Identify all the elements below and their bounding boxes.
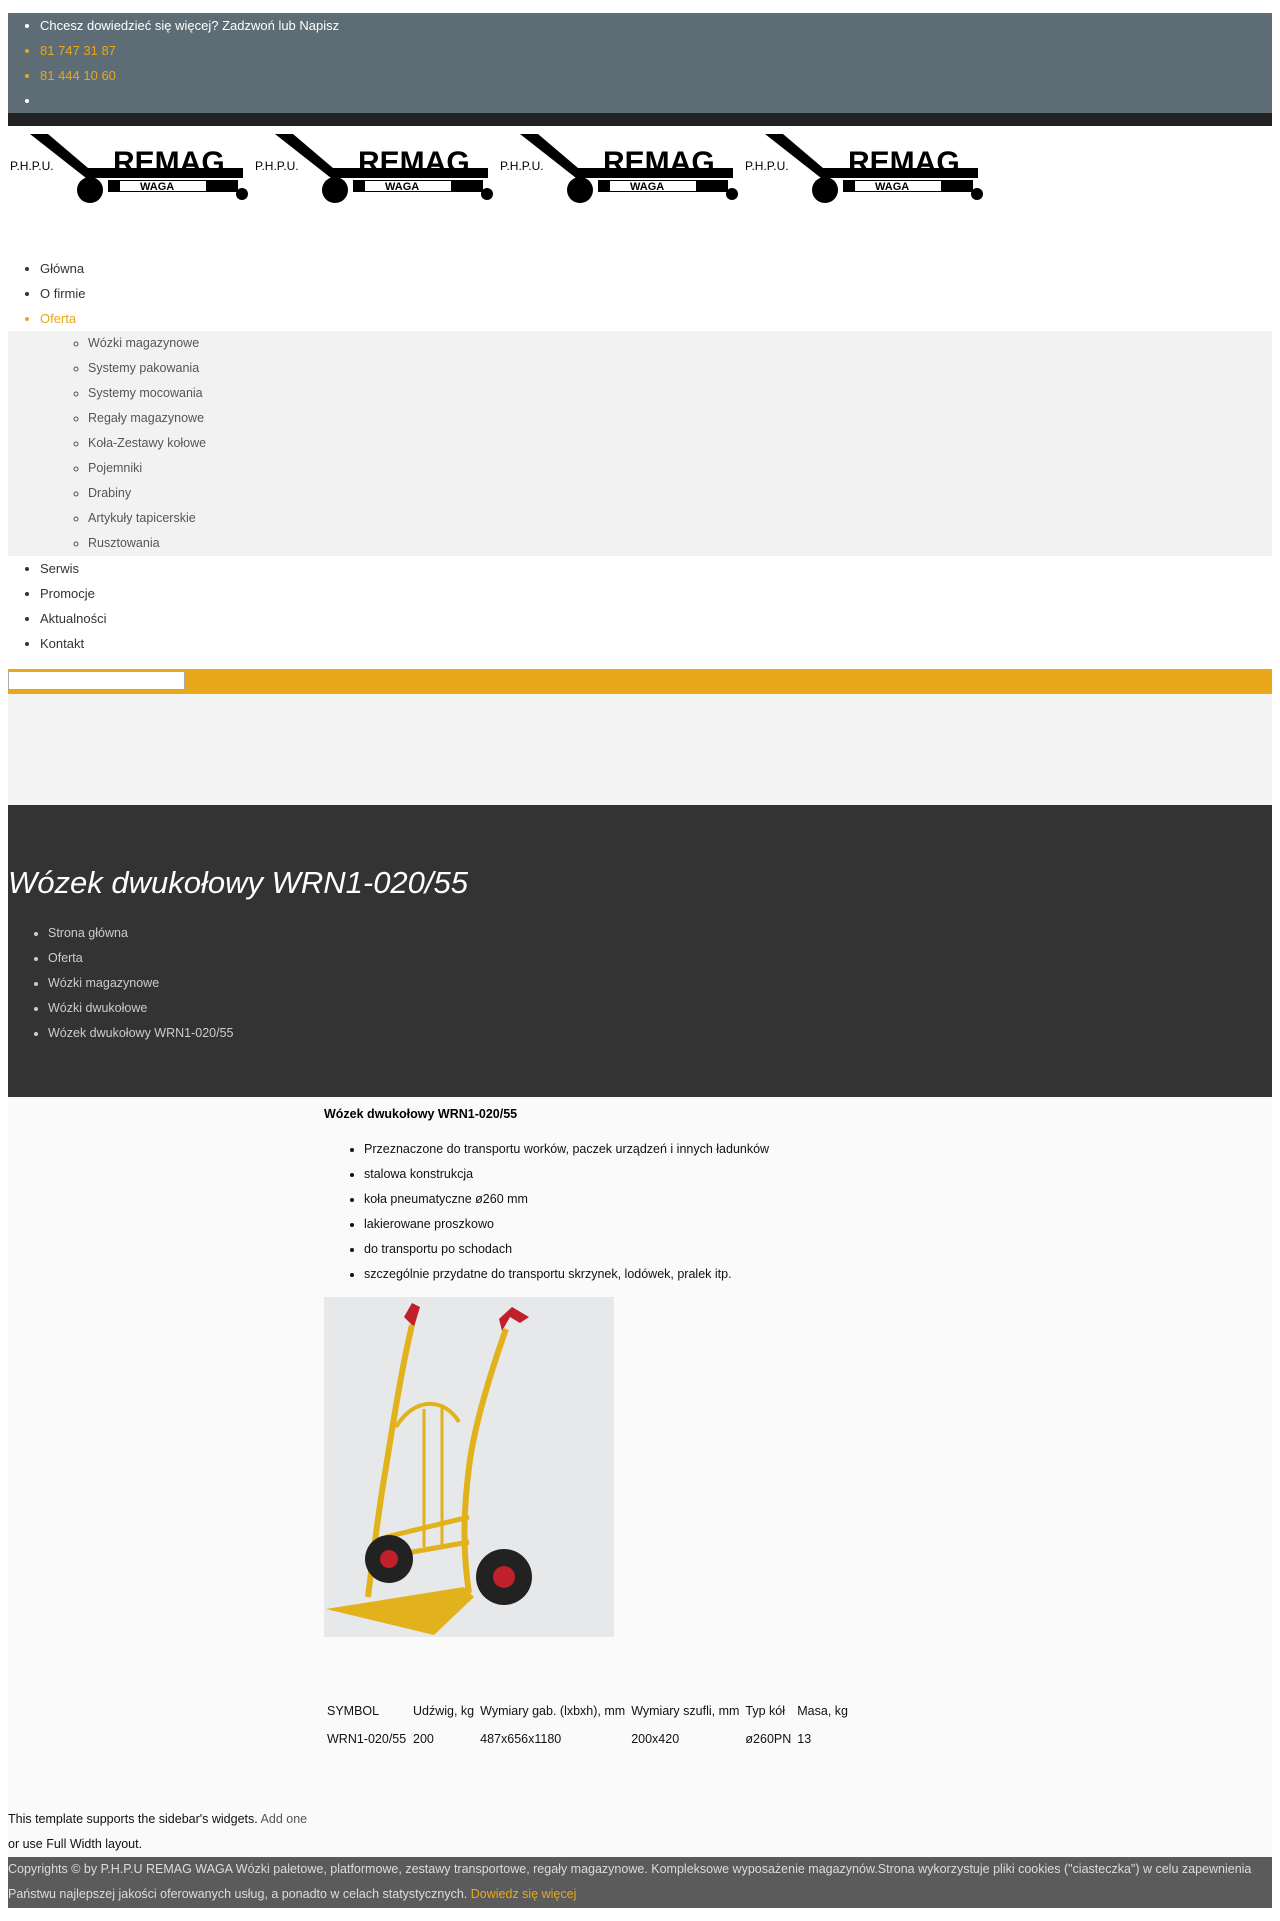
logo-prefix: P.H.P.U. [745, 159, 789, 173]
feature-list: Przeznaczone do transportu worków, pacze… [324, 1137, 769, 1287]
logo-prefix: P.H.P.U. [500, 159, 544, 173]
table-cell: ø260PN [745, 1732, 792, 1746]
dark-divider [8, 113, 1272, 126]
table-header-cell: Wymiary gab. (lxbxh), mm [480, 1704, 626, 1718]
feature-item: do transportu po schodach [364, 1237, 769, 1262]
page-header: Wózek dwukołowy WRN1-020/55 Strona główn… [8, 805, 1272, 1097]
remag-logo[interactable]: P.H.P.U. REMAG WAGA [8, 128, 253, 206]
oferta-submenu: Wózki magazynowe Systemy pakowania Syste… [8, 331, 1272, 556]
contact-headline: Chcesz dowiedzieć się więcej? Zadzwoń lu… [40, 13, 1272, 38]
submenu-item[interactable]: Systemy pakowania [88, 356, 1272, 381]
remag-logo[interactable]: P.H.P.U. REMAG WAGA [253, 128, 498, 206]
logo-sub: WAGA [630, 181, 664, 193]
table-header-cell: Typ kół [745, 1704, 786, 1718]
widgets-note-text: This template supports the sidebar's wid… [8, 1812, 258, 1826]
cookie-info-link[interactable]: Dowiedz się więcej [471, 1887, 577, 1901]
submenu-item[interactable]: Koła-Zestawy kołowe [88, 431, 1272, 456]
remag-logo[interactable]: P.H.P.U. REMAG WAGA [743, 128, 988, 206]
submenu-item[interactable]: Drabiny [88, 481, 1272, 506]
footer: Copyrights © by P.H.P.U REMAG WAGA Wózki… [8, 1857, 1272, 1908]
feature-item: lakierowane proszkowo [364, 1212, 769, 1237]
logo-brand: REMAG [113, 146, 225, 179]
breadcrumb-item-current: Wózek dwukołowy WRN1-020/55 [48, 1021, 234, 1046]
submenu-item[interactable]: Rusztowania [88, 531, 1272, 556]
table-cell: WRN1-020/55 [327, 1732, 407, 1746]
table-header-cell: SYMBOL [327, 1704, 380, 1718]
table-header-cell: Udźwig, kg [413, 1704, 475, 1718]
logo-row: P.H.P.U. REMAG WAGA P.H.P.U. REMAG WAGA … [8, 126, 1272, 206]
add-widget-link[interactable]: Add one [261, 1812, 308, 1826]
contact-list: Chcesz dowiedzieć się więcej? Zadzwoń lu… [8, 13, 1272, 113]
table-header-cell: Wymiary szufli, mm [631, 1704, 740, 1718]
table-cell: 13 [797, 1732, 812, 1746]
breadcrumb-item[interactable]: Wózki magazynowe [48, 971, 234, 996]
footer-copyright: Copyrights © by P.H.P.U REMAG WAGA Wózki… [8, 1862, 1252, 1901]
nav-item-glowna[interactable]: Główna [40, 256, 1272, 281]
breadcrumb-item[interactable]: Oferta [48, 946, 234, 971]
widgets-note-text-2: or use Full Width layout. [8, 1837, 143, 1851]
spec-table: SYMBOL Udźwig, kg Wymiary gab. (lxbxh), … [324, 1697, 851, 1753]
empty-contact-item [40, 88, 1272, 113]
table-header-row: SYMBOL Udźwig, kg Wymiary gab. (lxbxh), … [324, 1697, 851, 1725]
top-info-bar: Chcesz dowiedzieć się więcej? Zadzwoń lu… [8, 13, 1272, 113]
logo-prefix: P.H.P.U. [10, 159, 54, 173]
submenu-item[interactable]: Artykuły tapicerskie [88, 506, 1272, 531]
logo-sub: WAGA [140, 181, 174, 193]
feature-item: stalowa konstrukcja [364, 1162, 769, 1187]
logo-sub: WAGA [385, 181, 419, 193]
submenu-item[interactable]: Regały magazynowe [88, 406, 1272, 431]
main-nav: Główna O firmie Oferta Wózki magazynowe … [8, 256, 1272, 656]
table-header-cell: Masa, kg [797, 1704, 848, 1718]
nav-item-promocje[interactable]: Promocje [40, 581, 1272, 606]
banner-placeholder [8, 694, 1272, 805]
nav-item-aktualnosci[interactable]: Aktualności [40, 606, 1272, 631]
breadcrumb-item[interactable]: Wózki dwukołowe [48, 996, 234, 1021]
submenu-item[interactable]: Wózki magazynowe [88, 331, 1272, 356]
sidebar-widgets-note: This template supports the sidebar's wid… [8, 1807, 307, 1857]
breadcrumb-item[interactable]: Strona główna [48, 921, 234, 946]
main-content: Wózek dwukołowy WRN1-020/55 Przeznaczone… [8, 1097, 1272, 1857]
logo-prefix: P.H.P.U. [255, 159, 299, 173]
submenu-item[interactable]: Pojemniki [88, 456, 1272, 481]
submenu-item[interactable]: Systemy mocowania [88, 381, 1272, 406]
nav-item-oferta-label[interactable]: Oferta [40, 311, 76, 326]
table-cell: 487x656x1180 [480, 1732, 562, 1746]
search-input[interactable] [8, 671, 185, 690]
logo-brand: REMAG [848, 146, 960, 179]
table-row: WRN1-020/55 200 487x656x1180 200x420 ø26… [324, 1725, 851, 1753]
search-bar [8, 669, 1272, 694]
breadcrumb: Strona główna Oferta Wózki magazynowe Wó… [8, 921, 234, 1046]
nav-item-serwis[interactable]: Serwis [40, 556, 1272, 581]
phone-link-1[interactable]: 81 747 31 87 [40, 38, 1272, 63]
nav-item-oferta[interactable]: Oferta Wózki magazynowe Systemy pakowani… [8, 306, 1272, 556]
logo-brand: REMAG [358, 146, 470, 179]
table-cell: 200 [413, 1732, 434, 1746]
logo-sub: WAGA [875, 181, 909, 193]
product-image [324, 1297, 614, 1637]
nav-item-kontakt[interactable]: Kontakt [40, 631, 1272, 656]
feature-item: Przeznaczone do transportu worków, pacze… [364, 1137, 769, 1162]
logo-brand: REMAG [603, 146, 715, 179]
page-title: Wózek dwukołowy WRN1-020/55 [8, 865, 469, 900]
table-cell: 200x420 [631, 1732, 680, 1746]
feature-item: koła pneumatyczne ø260 mm [364, 1187, 769, 1212]
remag-logo[interactable]: P.H.P.U. REMAG WAGA [498, 128, 743, 206]
nav-item-o-firmie[interactable]: O firmie [40, 281, 1272, 306]
product-title: Wózek dwukołowy WRN1-020/55 [324, 1107, 518, 1121]
feature-item: szczególnie przydatne do transportu skrz… [364, 1262, 769, 1287]
phone-link-2[interactable]: 81 444 10 60 [40, 63, 1272, 88]
